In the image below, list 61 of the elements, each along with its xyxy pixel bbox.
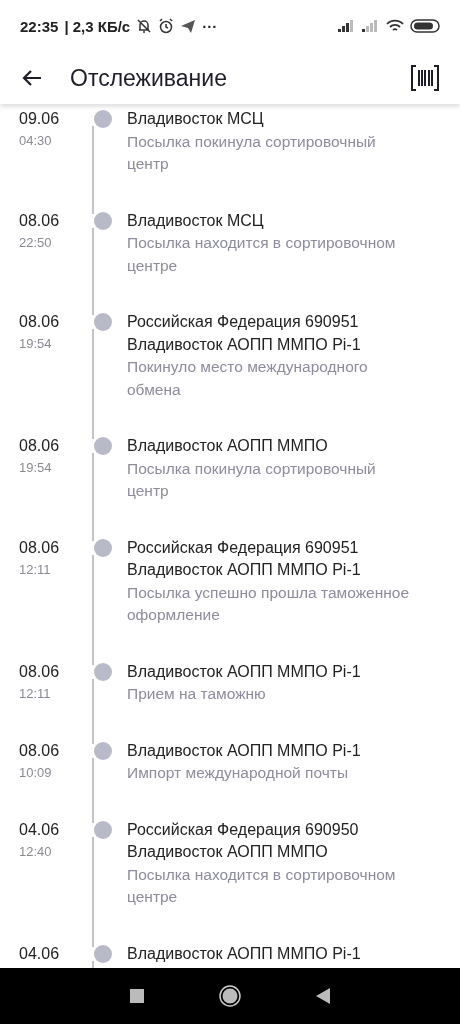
event-date: 08.06 xyxy=(19,312,61,332)
bell-off-icon xyxy=(136,18,153,34)
timeline-dot xyxy=(94,313,112,331)
event-location: Владивосток АОПП ММПО Pi-1 xyxy=(127,740,362,761)
signal-icon xyxy=(338,20,356,32)
timeline-dot xyxy=(94,110,112,128)
page-title: Отслеживание xyxy=(70,64,227,92)
event-date: 09.06 xyxy=(19,109,61,129)
timeline-dot xyxy=(94,211,112,230)
timeline-dot xyxy=(94,437,112,455)
event-location: Владивосток МСЦ xyxy=(127,210,265,231)
event-date: 04.06 xyxy=(19,819,61,840)
event-location: Российская Федерация 690950 Владивосток АОПП ММПО xyxy=(127,819,360,862)
event-date: 08.06 xyxy=(19,740,61,761)
event-location: Владивосток АОПП ММПО xyxy=(127,436,329,456)
signal-icon xyxy=(362,20,380,32)
event-date: 08.06 xyxy=(19,661,61,682)
barcode-icon xyxy=(410,64,440,92)
timeline-dot xyxy=(94,662,112,681)
event-time: 19:54 xyxy=(19,459,53,477)
event-time: 04:30 xyxy=(19,132,53,150)
event-date: 08.06 xyxy=(19,537,61,558)
event-time: 12:40 xyxy=(19,842,53,861)
event-time: 22:50 xyxy=(19,233,53,252)
timeline-dot xyxy=(94,820,112,839)
event-status: Посылка успешно прошла таможенное оформление xyxy=(127,582,411,625)
event-date: 04.06 xyxy=(19,943,61,964)
timeline-dot xyxy=(94,741,112,760)
event-status: Посылка покинула сортировочный центр xyxy=(127,458,377,501)
event-status: Посылка находится в сортировочном центре xyxy=(127,233,397,276)
event-time: 19:54 xyxy=(19,335,53,353)
alarm-icon xyxy=(158,18,175,34)
wifi-icon xyxy=(386,19,404,33)
event-time: 12:11 xyxy=(19,560,52,579)
event-status: Импорт международной почты xyxy=(127,763,350,783)
home-button[interactable] xyxy=(219,985,241,1007)
event-date: 08.06 xyxy=(19,436,61,456)
square-icon xyxy=(130,989,144,1003)
event-date: 08.06 xyxy=(19,210,61,231)
event-status: Посылка находится в сортировочном центре xyxy=(127,864,397,907)
event-time: 12:11 xyxy=(19,684,52,703)
battery-icon xyxy=(410,19,440,33)
status-time: 22:35 xyxy=(20,17,59,35)
event-location: Владивосток МСЦ xyxy=(127,109,265,129)
event-location: Владивосток АОПП ММПО Pi-1 xyxy=(127,661,362,682)
back-button[interactable] xyxy=(316,988,330,1004)
barcode-scan-button[interactable] xyxy=(410,64,440,92)
home-circle-icon xyxy=(219,985,241,1007)
triangle-left-icon xyxy=(316,988,330,1004)
more-icon: ··· xyxy=(202,17,218,35)
event-status: Покинуло место международного обмена xyxy=(127,357,369,400)
event-status: Посылка покинула сортировочный центр xyxy=(127,131,377,174)
event-time: 10:09 xyxy=(19,763,53,782)
network-speed: | 2,3 КБ/с xyxy=(64,17,131,35)
paper-plane-icon xyxy=(180,18,197,34)
event-location: Российская Федерация 690951 Владивосток АОПП ММПО Pi-1 xyxy=(127,312,362,355)
event-status: Прием на таможню xyxy=(127,684,267,704)
timeline-dot xyxy=(94,944,112,963)
event-location: Российская Федерация 690951 Владивосток АОПП ММПО Pi-1 xyxy=(127,537,362,580)
timeline-dot xyxy=(94,538,112,557)
event-location: Владивосток АОПП ММПО Pi-1 xyxy=(127,943,362,964)
